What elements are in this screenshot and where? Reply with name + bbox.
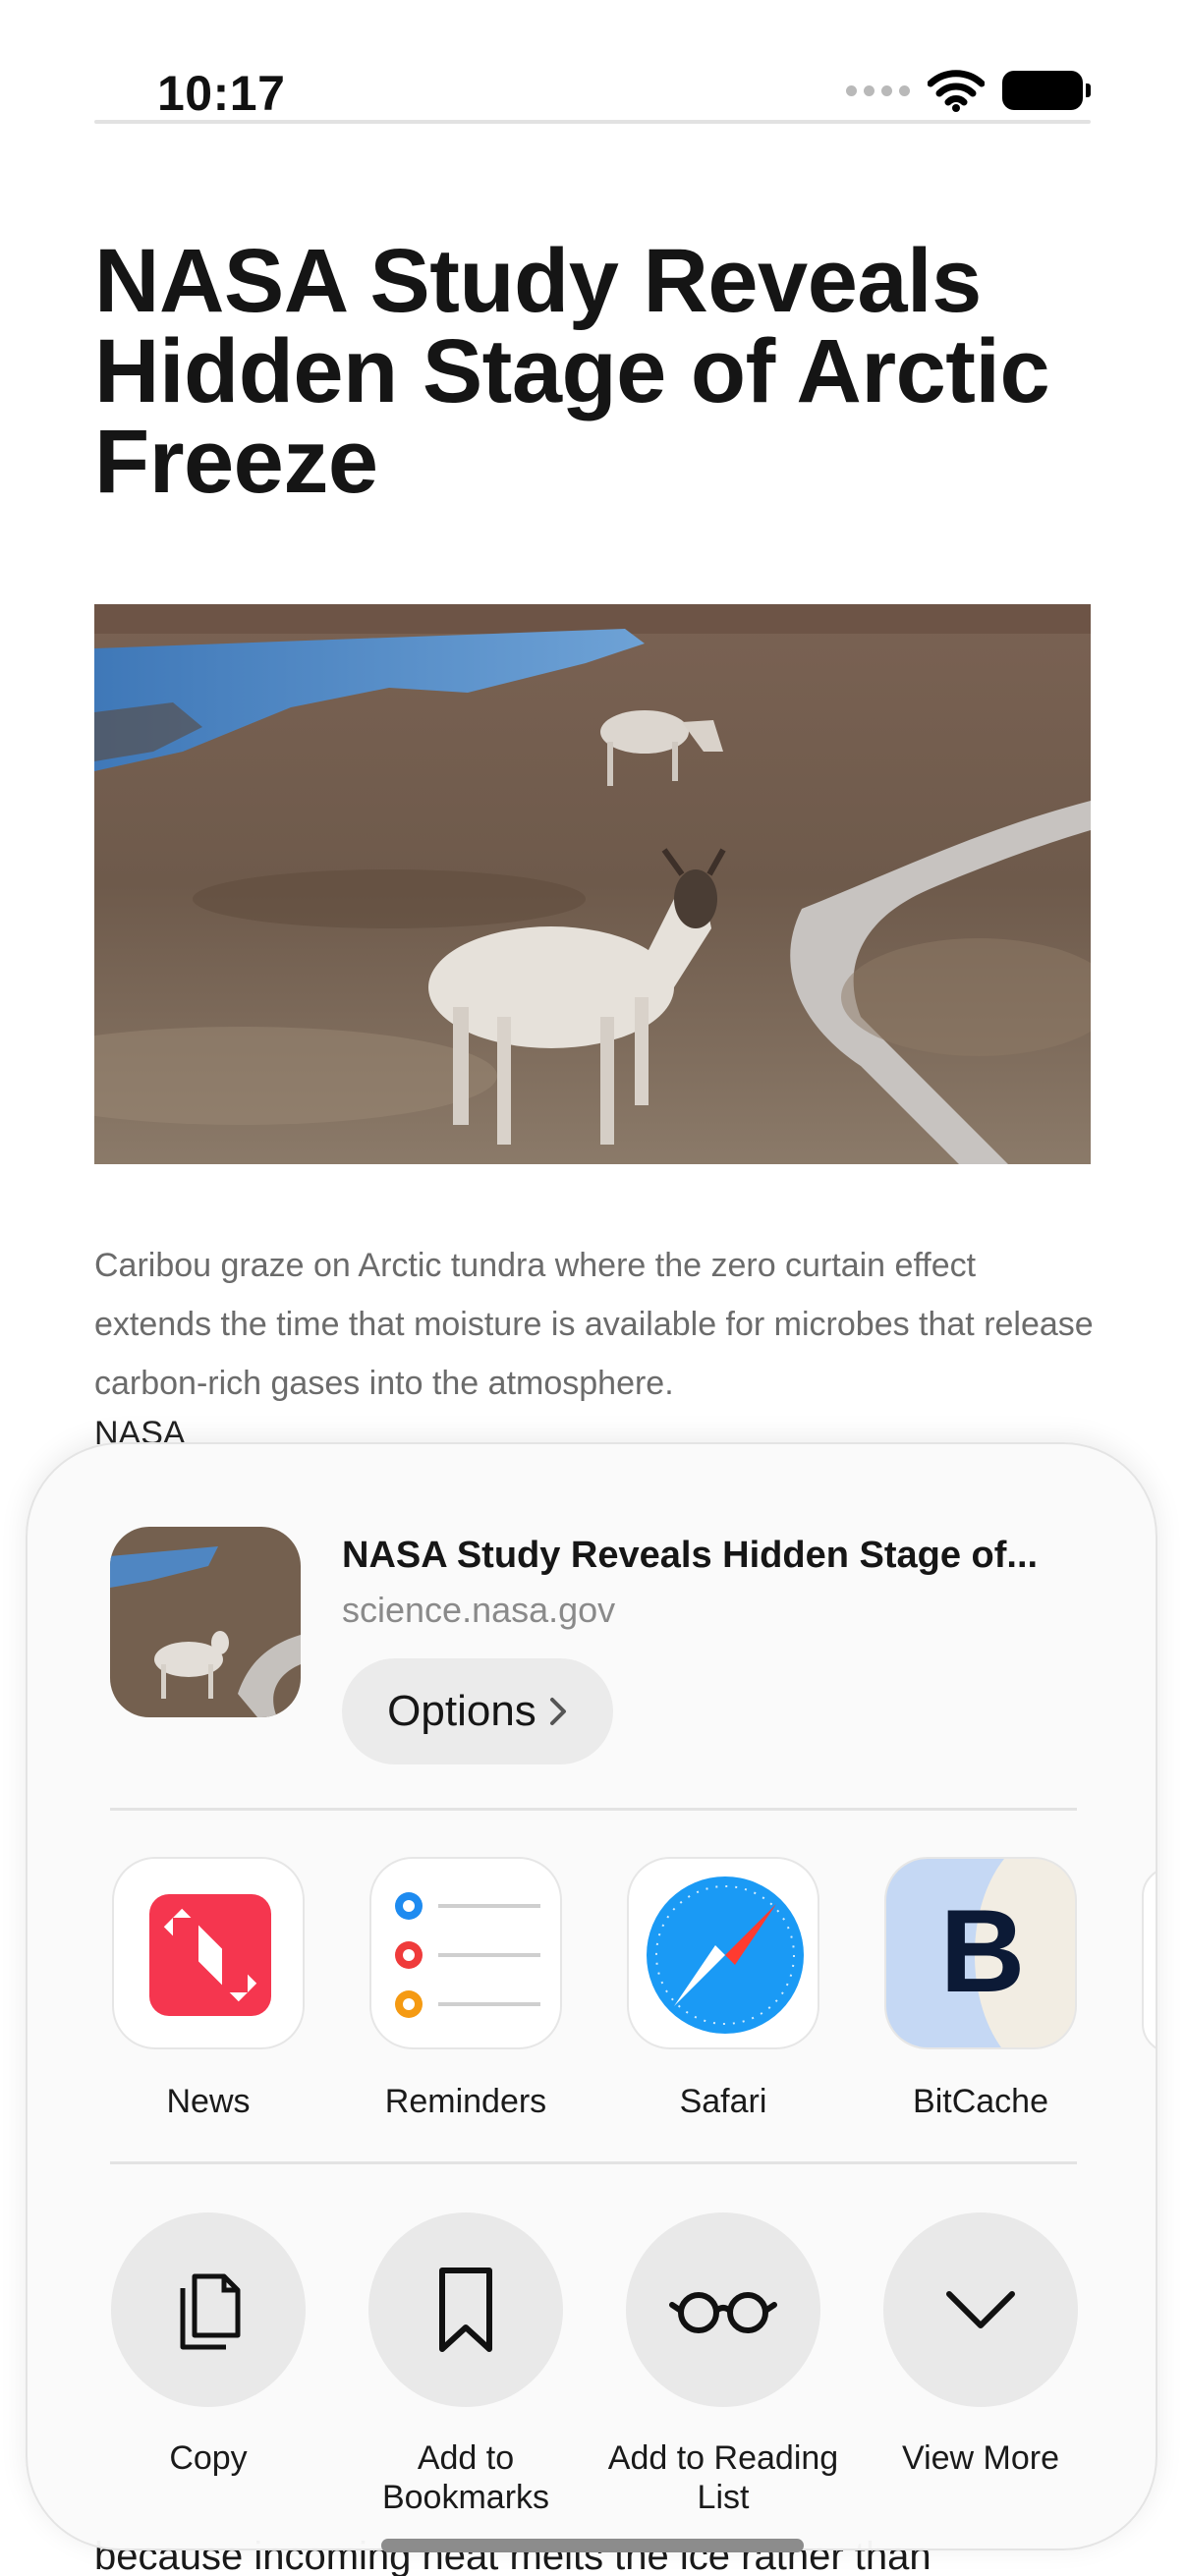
- options-label: Options: [387, 1687, 536, 1735]
- app-label-news: News: [166, 2083, 251, 2120]
- article-headline: NASA Study Reveals Hidden Stage of Arcti…: [94, 231, 1050, 512]
- safari-page: 10:17 NASA Study Reveals Hidden Stage of…: [0, 0, 1185, 2576]
- home-indicator[interactable]: [381, 2539, 804, 2552]
- share-preview-thumbnail: [110, 1527, 301, 1717]
- wifi-icon: [928, 70, 985, 112]
- app-label-bitcache: BitCache: [913, 2083, 1048, 2120]
- action-label-reading-list: Add to Reading List: [607, 2439, 839, 2516]
- share-app-news[interactable]: News: [110, 1857, 307, 2121]
- copy-icon: [180, 2273, 241, 2350]
- chevron-down-icon: [946, 2291, 1015, 2328]
- address-bar-line: [94, 120, 1091, 124]
- divider: [110, 2161, 1077, 2164]
- share-page-url: science.nasa.gov: [342, 1590, 616, 1630]
- share-app-safari[interactable]: Safari: [625, 1857, 821, 2121]
- action-label-view-more: View More: [902, 2439, 1059, 2477]
- safari-icon: [627, 1857, 819, 2049]
- app-label-safari: Safari: [679, 2083, 767, 2120]
- divider: [110, 1808, 1077, 1811]
- share-app-next-peek[interactable]: [1142, 1867, 1156, 2053]
- svg-text:B: B: [940, 1885, 1026, 2017]
- battery-icon: [1002, 71, 1091, 110]
- bitcache-icon: B: [884, 1857, 1077, 2049]
- chevron-right-icon: [549, 1698, 566, 1725]
- share-app-reminders[interactable]: Reminders: [367, 1857, 564, 2121]
- image-caption: Caribou graze on Arctic tundra where the…: [94, 1247, 1094, 1402]
- share-app-bitcache[interactable]: B BitCache: [882, 1857, 1079, 2121]
- share-sheet: NASA Study Reveals Hidden Stage of... sc…: [26, 1442, 1157, 2550]
- cellular-signal-icon: [846, 84, 910, 96]
- status-time: 10:17: [157, 66, 286, 121]
- action-add-to-reading-list[interactable]: Add to Reading List: [595, 2212, 851, 2517]
- action-view-more[interactable]: View More: [853, 2212, 1108, 2478]
- bookmark-icon: [439, 2268, 492, 2352]
- share-page-title: NASA Study Reveals Hidden Stage of...: [342, 1535, 1039, 1576]
- options-button[interactable]: Options: [342, 1658, 613, 1764]
- action-add-to-bookmarks[interactable]: Add to Bookmarks: [338, 2212, 593, 2517]
- action-label-bookmarks: Add to Bookmarks: [381, 2439, 550, 2516]
- article-hero-image[interactable]: [94, 604, 1091, 1164]
- glasses-icon: [669, 2292, 777, 2333]
- news-icon: [112, 1857, 305, 2049]
- status-icons: [846, 69, 1091, 112]
- action-copy[interactable]: Copy: [81, 2212, 336, 2478]
- action-label-copy: Copy: [169, 2439, 248, 2477]
- reminders-icon: [369, 1857, 562, 2049]
- app-label-reminders: Reminders: [384, 2083, 547, 2120]
